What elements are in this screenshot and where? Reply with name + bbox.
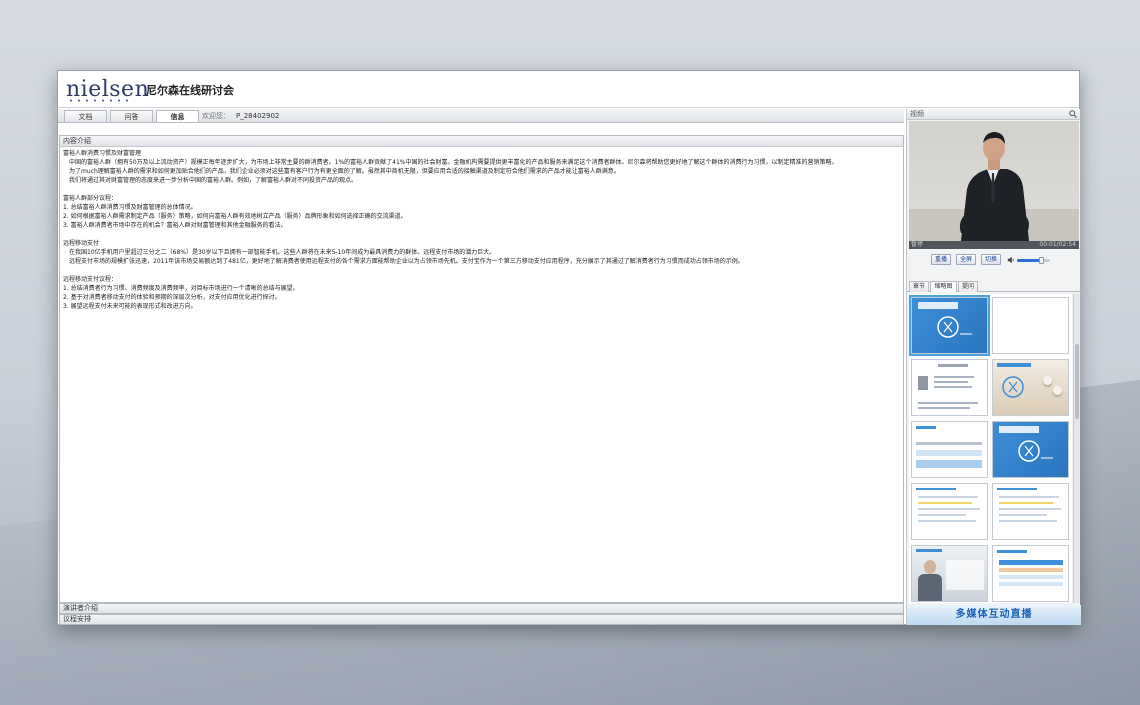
content-line (63, 266, 900, 275)
content-body: 富裕人群消费习惯及财富管理中国的富裕人群（拥有50万及以上流动资产）规模正每年逐… (60, 147, 903, 313)
volume-slider[interactable] (1017, 257, 1050, 264)
fullscreen-button[interactable]: 全屏 (956, 254, 976, 265)
app-title: 尼尔森在线研讨会 (146, 84, 234, 97)
slide-thumbnail[interactable] (992, 359, 1069, 416)
slide-thumbnail[interactable] (992, 483, 1069, 540)
content-line: 2. 如何根据富裕人群需求制定产品（服务）策略，如何向富裕人群有效地树立产品（服… (63, 213, 407, 220)
presenter-video-frame (909, 132, 1079, 241)
brand-banner: 多媒体互动直播 (907, 605, 1081, 625)
content-line: 3. 富裕人群消费者市场中存在的机会？富裕人群对财富管理和其他金融服务的看法。 (63, 222, 287, 229)
slide-thumbnail[interactable] (911, 421, 988, 478)
section-content-intro[interactable]: 内容介绍 (60, 136, 903, 147)
welcome-text: 欢迎您： P_28402902 (202, 111, 279, 121)
user-id: P_28402902 (236, 112, 280, 120)
content-line: 1. 总结富裕人群消费习惯及财富管理的总体情况。 (63, 204, 197, 211)
content-line: 远程移动支付议程： (63, 276, 118, 283)
video-label: 视频 (910, 110, 924, 118)
content-line (63, 230, 900, 239)
slide-thumbnail[interactable] (992, 421, 1069, 478)
content-line: 在我国10亿手机用户里超过三分之二（68%）是30岁以下且拥有一部智能手机。这些… (69, 249, 496, 256)
content-line: 我们将通过其对财富管理的态度来进一步分析中国的富裕人群。例如，了解富裕人群对不同… (69, 177, 358, 184)
tab-qa[interactable]: 问答 (110, 110, 153, 122)
info-panel: 内容介绍 富裕人群消费习惯及财富管理中国的富裕人群（拥有50万及以上流动资产）规… (59, 135, 904, 603)
content-line: 1. 总结消费者行为习惯、消费频度及消费频率，对目标市场进行一个清晰的总结与展望… (63, 285, 299, 292)
switch-button[interactable]: 切换 (981, 254, 1001, 265)
section-agenda[interactable]: 议程安排 (59, 614, 904, 625)
video-time: 00:01/02:54 (1039, 241, 1076, 248)
right-panel: 视频 暂停 00:01/02:54 重播 全屏 切换 章节 缩略图 提问 多媒体… (906, 109, 1081, 625)
slide-thumbnail[interactable] (909, 295, 990, 356)
volume-knob[interactable] (1038, 257, 1044, 264)
replay-button[interactable]: 重播 (931, 254, 951, 265)
logo-dots (67, 99, 131, 102)
slide-thumbnail[interactable] (911, 545, 988, 602)
video-state: 暂停 (911, 241, 924, 248)
main-tabs: 文档 问答 信息 欢迎您： P_28402902 (58, 109, 904, 123)
scrollbar-thumb[interactable] (1075, 344, 1079, 419)
slide-thumbnail[interactable] (911, 359, 988, 416)
thumbnail-scrollbar[interactable] (1073, 294, 1080, 603)
video-header: 视频 (907, 109, 1080, 120)
tab-questions[interactable]: 提问 (958, 281, 978, 292)
header: nielsen 尼尔森在线研讨会 (58, 71, 1079, 108)
content-line: 中国的富裕人群（拥有50万及以上流动资产）规模正每年逐步扩大，为市场上非常主要的… (69, 159, 838, 166)
content-line (63, 185, 900, 194)
welcome-label: 欢迎您： (202, 112, 230, 120)
slide-thumbnail[interactable] (911, 483, 988, 540)
tab-documents[interactable]: 文档 (64, 110, 107, 122)
content-line: 远程支付市场的规模扩张迅速，2011年该市场交易额达到了481亿，更好地了解消费… (69, 258, 744, 265)
video-player[interactable]: 暂停 00:01/02:54 (909, 121, 1079, 249)
content-line: 2. 基于对消费者移动支付的体验和预期的深层次分析，对支付应用优化进行探讨。 (63, 294, 281, 301)
content-line: 富裕人群部分议程： (63, 195, 118, 202)
content-line: 为了much理解富裕人群的需求和如何更加贴合他们的产品，我们企业必须对这些富有客… (69, 168, 620, 175)
tab-chapters[interactable]: 章节 (909, 281, 929, 292)
video-status-bar: 暂停 00:01/02:54 (909, 241, 1079, 249)
section-presenter-intro[interactable]: 演讲者介绍 (59, 603, 904, 614)
video-controls: 重播 全屏 切换 (907, 251, 1081, 267)
slide-thumbnails (909, 294, 1072, 603)
speaker-icon[interactable] (1007, 256, 1015, 264)
content-line: 远程移动支付 (63, 240, 100, 247)
tab-info[interactable]: 信息 (156, 110, 199, 122)
app-window: nielsen 尼尔森在线研讨会 文档 问答 信息 欢迎您： P_28402902… (57, 70, 1081, 625)
slide-tabs: 章节 缩略图 提问 (907, 280, 1081, 292)
tab-thumbnails[interactable]: 缩略图 (930, 281, 957, 292)
content-line: 3. 展望远程支付未来可能的表现形式和改进方向。 (63, 303, 197, 310)
slide-thumbnail[interactable] (992, 545, 1069, 602)
slide-thumbnail[interactable] (992, 297, 1069, 354)
magnifier-icon[interactable] (1069, 110, 1077, 118)
content-line: 富裕人群消费习惯及财富管理 (63, 150, 142, 157)
